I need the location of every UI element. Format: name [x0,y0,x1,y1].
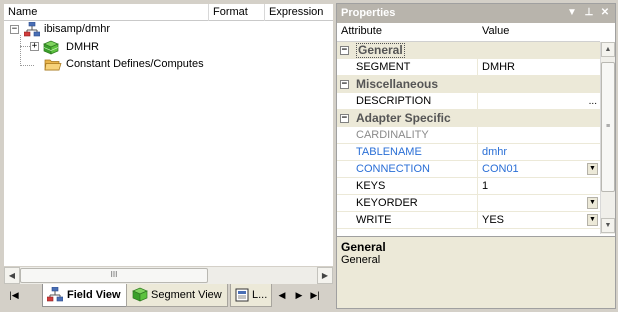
tree-node-label: Constant Defines/Computes [66,58,204,70]
tab-label: Segment View [151,289,222,301]
data-source-icon [23,21,41,37]
property-row-keys[interactable]: KEYS 1 [337,178,600,195]
category-label: Miscellaneous [356,77,439,91]
tree-node-label: DMHR [66,41,99,53]
property-row-description[interactable]: DESCRIPTION ... [337,93,600,110]
properties-panel: Properties ▼ ⊥ ✕ Attribute Value − Gener… [336,3,616,309]
property-row-write[interactable]: WRITE YES ▼ [337,212,600,229]
tab-label: L... [252,289,268,301]
collapse-icon[interactable]: − [340,46,349,55]
description-title: General [341,240,386,254]
segment-icon [131,287,149,302]
scroll-thumb[interactable]: III [20,268,208,283]
category-label: General [356,43,405,58]
field-tree-pane: Name Format Expression − ibisamp/dmhr + … [0,0,334,312]
property-value[interactable] [477,195,600,211]
property-grid: − General SEGMENT DMHR − Miscellaneous D… [337,42,600,234]
property-row-connection[interactable]: CONNECTION CON01 ▼ [337,161,600,178]
column-header-format[interactable]: Format [209,4,265,21]
properties-title-bar: Properties ▼ ⊥ ✕ [337,4,615,23]
property-row-tablename[interactable]: TABLENAME dmhr [337,144,600,161]
property-value[interactable]: 1 [477,178,600,194]
property-value[interactable]: dmhr [477,144,600,160]
property-name: CARDINALITY [356,129,429,141]
scroll-right-button[interactable]: ▶ [317,267,333,284]
property-name: KEYORDER [356,197,418,209]
property-name: SEGMENT [356,61,411,73]
tab-third-view[interactable]: L... [230,284,272,307]
attribute-column-header: Attribute [341,25,382,37]
collapse-icon[interactable]: − [10,25,19,34]
first-tab-button[interactable]: |◀ [8,289,20,301]
vertical-scrollbar[interactable]: ▲ ≡ ▼ [600,42,615,234]
collapse-icon[interactable]: − [340,80,349,89]
scroll-thumb[interactable]: ≡ [601,62,615,192]
tree-node-dmhr[interactable]: + DMHR [30,39,310,56]
scroll-up-button[interactable]: ▲ [601,42,615,57]
category-general[interactable]: − General [337,42,600,59]
category-adapter-specific[interactable]: − Adapter Specific [337,110,600,127]
dropdown-arrow-icon[interactable]: ▼ [587,163,598,175]
property-value[interactable]: DMHR [477,59,600,75]
folder-icon [44,57,62,72]
field-tree[interactable]: − ibisamp/dmhr + DMHR Constant Defines/C… [4,21,333,266]
document-icon [235,288,249,302]
tree-connector-line [20,35,21,66]
segment-icon [42,40,60,55]
tree-node-label: ibisamp/dmhr [44,23,111,35]
column-header-name[interactable]: Name [4,4,209,21]
last-tab-button[interactable]: ▶| [309,289,321,301]
tree-node-constant-defines[interactable]: Constant Defines/Computes [44,56,314,73]
prev-tab-button[interactable]: ◀ [276,289,288,301]
view-tab-strip: |◀ Field View Segment View L... ◀ ▶ ▶| [4,284,333,308]
description-text: General [341,254,381,266]
data-source-icon [46,286,64,302]
horizontal-scrollbar[interactable]: ◀ III ▶ [4,267,333,284]
value-column-header: Value [482,25,510,37]
scroll-left-button[interactable]: ◀ [4,267,20,284]
property-name: CONNECTION [356,163,430,175]
dropdown-arrow-icon[interactable]: ▼ [587,214,598,226]
next-tab-button[interactable]: ▶ [293,289,305,301]
collapse-icon[interactable]: − [340,114,349,123]
property-value[interactable]: YES [477,212,600,228]
tree-column-header: Name Format Expression [4,4,333,21]
expand-icon[interactable]: + [30,42,39,51]
property-row-keyorder[interactable]: KEYORDER ▼ [337,195,600,212]
tab-segment-view[interactable]: Segment View [126,284,228,307]
property-name: WRITE [356,214,392,226]
property-value[interactable] [477,127,600,143]
property-name: KEYS [356,180,386,192]
tab-label: Field View [67,289,121,301]
tab-field-view[interactable]: Field View [42,284,127,307]
panel-title: Properties [341,7,396,19]
pin-icon[interactable]: ⊥ [582,6,596,20]
property-row-cardinality[interactable]: CARDINALITY [337,127,600,144]
property-row-segment[interactable]: SEGMENT DMHR [337,59,600,76]
tree-connector-line [20,65,34,66]
tree-node-root[interactable]: − ibisamp/dmhr [10,21,310,38]
property-name: TABLENAME [356,146,422,158]
column-header-expression[interactable]: Expression [265,4,333,21]
category-label: Adapter Specific [356,111,451,125]
property-grid-header: Attribute Value [337,23,600,42]
property-value[interactable]: CON01 [477,161,600,177]
scroll-down-button[interactable]: ▼ [601,218,615,233]
close-icon[interactable]: ✕ [598,6,612,20]
menu-dropdown-icon[interactable]: ▼ [565,6,579,20]
description-panel: General General [337,236,615,308]
property-value[interactable] [477,93,600,109]
dropdown-arrow-icon[interactable]: ▼ [587,197,598,209]
ellipsis-button[interactable]: ... [589,93,597,110]
property-name: DESCRIPTION [356,95,432,107]
category-miscellaneous[interactable]: − Miscellaneous [337,76,600,93]
